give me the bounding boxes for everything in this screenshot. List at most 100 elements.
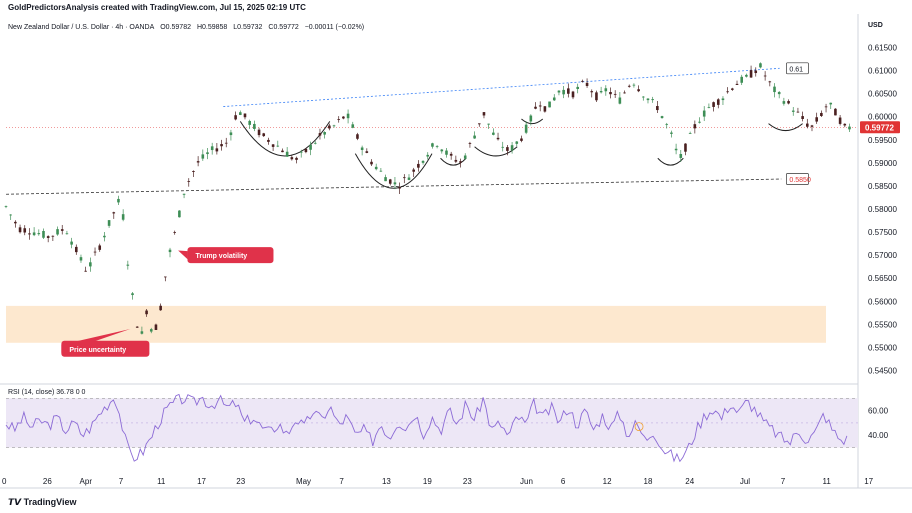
candle-body (613, 93, 617, 95)
candle-body (716, 99, 720, 105)
y-tick-label: 0.59000 (868, 159, 897, 168)
candle-body (262, 133, 266, 137)
x-tick-label: 24 (685, 477, 694, 486)
rsi-tick-label: 60.00 (868, 407, 889, 416)
candle-body (684, 143, 687, 152)
candle-body (224, 142, 228, 144)
y-tick-label: 0.58000 (868, 205, 897, 214)
candle-body (543, 106, 547, 112)
candle-body (660, 116, 664, 119)
x-tick-label: 11 (157, 477, 166, 486)
candle-body (787, 101, 790, 104)
candle-body (9, 214, 12, 216)
candle-body (84, 270, 87, 272)
candle-body (374, 166, 378, 170)
candle-body (735, 83, 739, 85)
x-tick-label: Jun (520, 477, 533, 486)
candle-body (271, 144, 275, 147)
candle-body (248, 120, 251, 125)
candle-body (693, 124, 697, 129)
candle-body (342, 116, 345, 119)
candle-body (403, 177, 406, 179)
rounded-bottom-arc (657, 157, 684, 166)
candle-body (627, 85, 631, 87)
x-tick-label: 12 (603, 477, 612, 486)
candle-body (384, 177, 387, 182)
candle-body (290, 157, 294, 160)
candle-body (581, 80, 584, 82)
candle-body (506, 147, 509, 151)
level-badge-label: 0.61 (789, 66, 803, 73)
candle-body (674, 148, 678, 151)
annotation-text: Trump volatility (195, 253, 247, 260)
candle-body (196, 161, 200, 163)
candle-body (328, 125, 331, 129)
candle-body (407, 177, 411, 180)
candle-body (567, 88, 570, 94)
candle-body (149, 329, 153, 332)
candle-body (370, 161, 373, 165)
candle-body (501, 146, 505, 148)
candle-body (74, 246, 78, 253)
candle-body (454, 159, 458, 162)
candle-body (810, 125, 814, 127)
candle-body (42, 230, 45, 238)
candle-body (702, 110, 706, 117)
candle-body (281, 150, 284, 153)
candle-body (791, 110, 795, 112)
y-tick-label: 0.61000 (868, 67, 897, 76)
candle-body (459, 161, 462, 163)
candle-body (520, 138, 523, 141)
candle-body (332, 125, 336, 127)
x-tick-label: 13 (382, 477, 391, 486)
candle-body (89, 262, 92, 267)
x-tick-label: 0 (2, 477, 7, 486)
candle-body (585, 82, 589, 86)
x-tick-label: 17 (197, 477, 206, 486)
candle-body (135, 326, 139, 328)
candle-body (421, 160, 425, 163)
x-tick-label: 7 (781, 477, 786, 486)
price-chart[interactable]: 0.61500 0.61000 0.60500 0.60000 0.59500 0.590… (0, 0, 912, 513)
candle-body (351, 124, 355, 128)
y-tick-label: 0.57500 (868, 228, 897, 237)
candle-body (740, 76, 744, 83)
candle-body (777, 92, 781, 95)
candle-body (534, 106, 537, 109)
x-tick-label: Jul (740, 477, 750, 486)
candle-body (4, 206, 8, 207)
candle-body (187, 181, 191, 182)
candle-body (131, 293, 134, 296)
candle-body (309, 144, 312, 150)
candle-body (313, 142, 317, 144)
candle-body (759, 63, 762, 68)
annotation-text: Price uncertainty (69, 347, 126, 354)
candle-body (23, 228, 27, 233)
candle-body (360, 147, 364, 150)
candle-body (529, 115, 533, 122)
candle-body (257, 129, 261, 136)
candle-body (323, 132, 326, 135)
candle-body (346, 113, 350, 119)
candle-body (267, 139, 270, 142)
candle-body (768, 81, 772, 83)
candle-body (552, 97, 556, 101)
candle-body (253, 123, 256, 129)
candle-body (435, 145, 439, 147)
annotation-pointer (178, 250, 188, 260)
candle-body (609, 92, 612, 95)
candle-body (698, 121, 701, 123)
current-price-label: 0.59772 (865, 123, 894, 132)
candle-body (463, 155, 467, 159)
y-tick-label: 0.56000 (868, 297, 897, 306)
candle-body (468, 143, 472, 144)
y-tick-label: 0.55000 (868, 343, 897, 352)
candle-body (168, 249, 172, 253)
candle-body (449, 153, 453, 156)
y-tick-label: 0.55500 (868, 320, 897, 329)
y-tick-label: 0.60000 (868, 113, 897, 122)
candle-body (670, 132, 673, 134)
candle-body (56, 229, 59, 235)
candle-body (103, 235, 106, 238)
candle-body (590, 91, 594, 93)
